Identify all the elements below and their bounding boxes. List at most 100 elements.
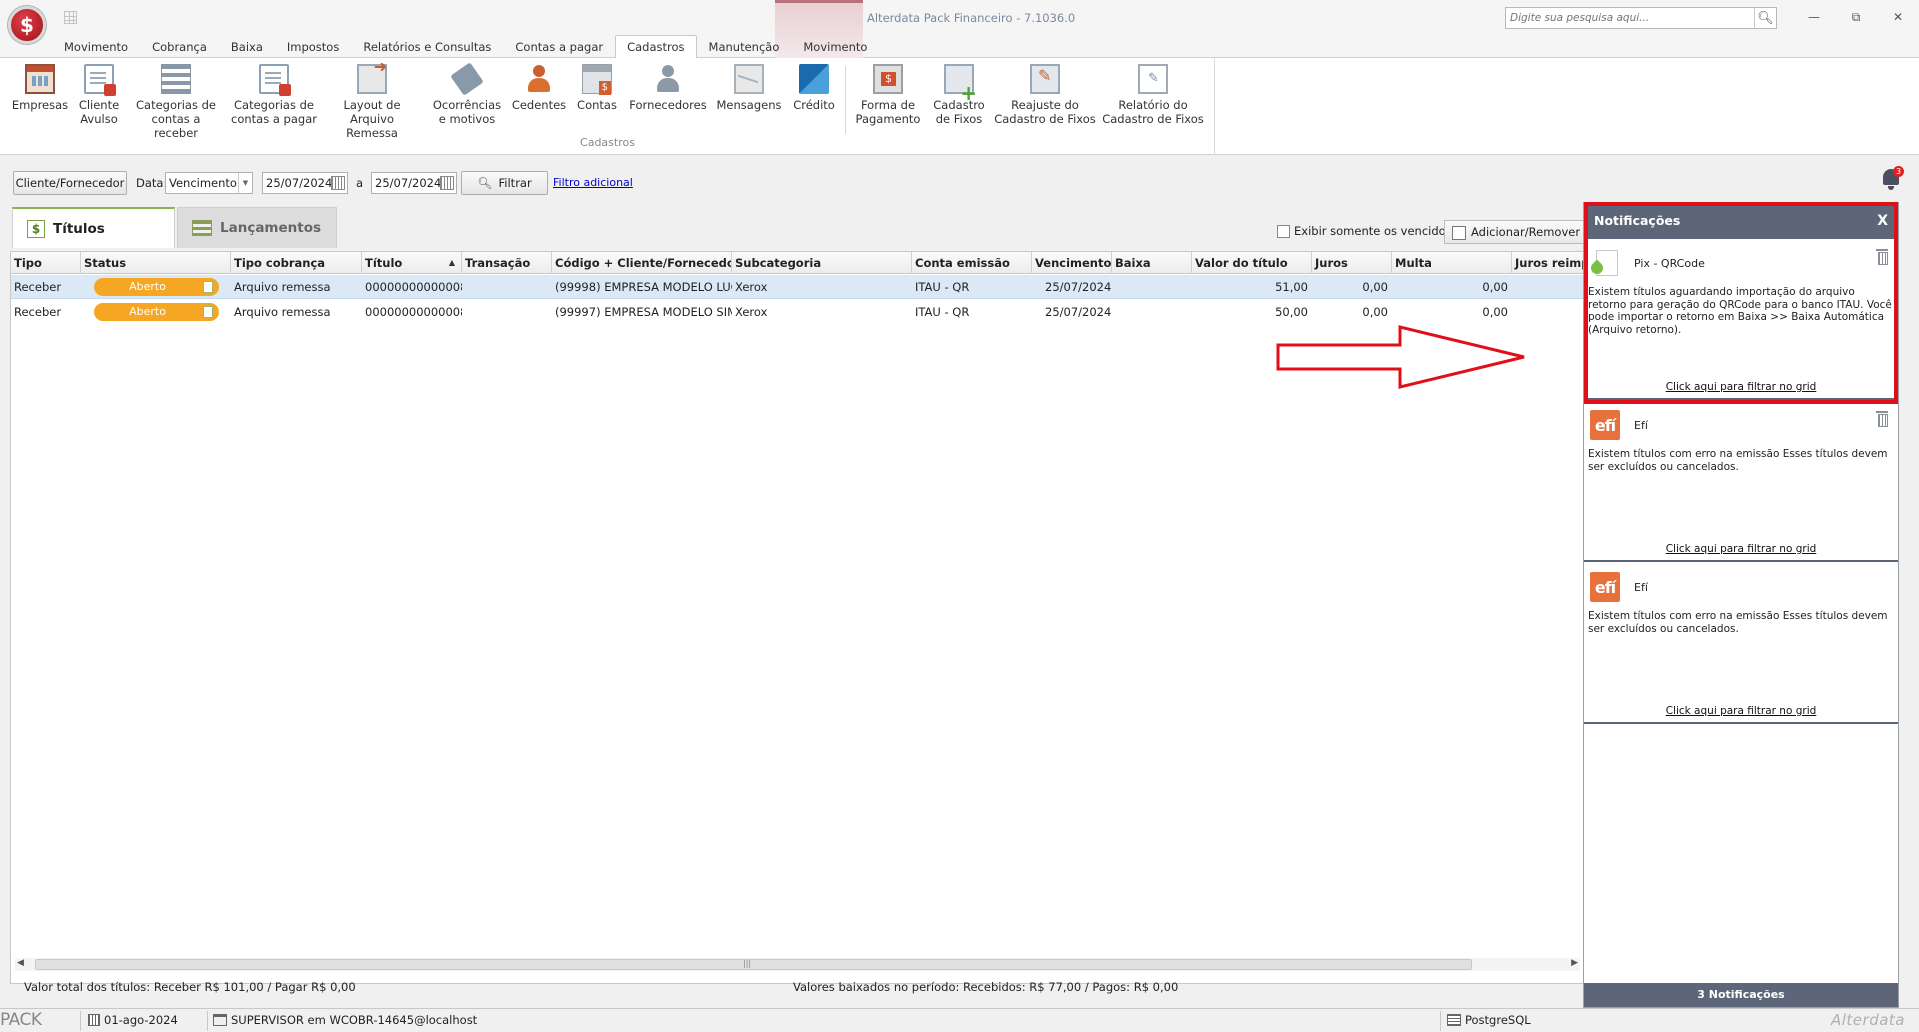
column-header-valor[interactable]: Valor do título bbox=[1192, 252, 1312, 274]
relatorio-fixos-button[interactable]: Relatório do Cadastro de Fixos bbox=[1100, 64, 1206, 126]
cell-titulo: 000000000000087 bbox=[365, 280, 462, 294]
tab-titulos[interactable]: $ Títulos bbox=[12, 207, 175, 248]
report-icon bbox=[1138, 64, 1168, 94]
cadastro-fixos-button[interactable]: Cadastro de Fixos bbox=[928, 64, 990, 126]
ribbon-separator bbox=[845, 66, 846, 134]
horizontal-scrollbar[interactable]: ◀ ||| ▶ bbox=[15, 958, 1580, 971]
close-window-button[interactable]: ✕ bbox=[1877, 6, 1919, 28]
tab-lancamentos[interactable]: Lançamentos bbox=[177, 207, 337, 248]
status-badge: Aberto bbox=[94, 303, 219, 321]
notification-filter-link[interactable]: Click aqui para filtrar no grid bbox=[1584, 705, 1898, 717]
button-label: Categorias de bbox=[136, 98, 216, 112]
trash-icon[interactable] bbox=[1876, 249, 1888, 265]
minimize-button[interactable]: — bbox=[1793, 6, 1835, 28]
ribbon-tab-cobranca[interactable]: Cobrança bbox=[140, 35, 219, 58]
cliente-avulso-button[interactable]: Cliente Avulso bbox=[72, 64, 126, 126]
categorias-pagar-button[interactable]: Categorias de contas a pagar bbox=[228, 64, 320, 126]
column-header-status[interactable]: Status bbox=[81, 252, 231, 274]
restore-button[interactable]: ⧉ bbox=[1835, 6, 1877, 28]
notification-card: Pix - QRCode Existem títulos aguardando … bbox=[1584, 239, 1898, 400]
notification-title: Efí bbox=[1634, 581, 1648, 594]
categorias-receber-button[interactable]: Categorias de contas a receber bbox=[130, 64, 222, 140]
scroll-left-icon[interactable]: ◀ bbox=[17, 958, 24, 968]
date-type-select[interactable]: Vencimento ▼ bbox=[165, 172, 253, 194]
column-header-conta-emissao[interactable]: Conta emissão bbox=[912, 252, 1032, 274]
search-input[interactable] bbox=[1506, 9, 1754, 27]
button-label: e motivos bbox=[438, 112, 496, 126]
status-date[interactable]: 01-ago-2024 bbox=[88, 1013, 178, 1027]
trash-icon[interactable] bbox=[1876, 411, 1888, 427]
add-remove-columns-button[interactable]: Adicionar/Remover colunas bbox=[1444, 220, 1584, 244]
client-supplier-button[interactable]: Cliente/Fornecedor bbox=[13, 171, 127, 195]
column-header-juros[interactable]: Juros bbox=[1312, 252, 1392, 274]
status-database[interactable]: PostgreSQL bbox=[1447, 1013, 1531, 1027]
ribbon-tab-contas-pagar[interactable]: Contas a pagar bbox=[503, 35, 615, 58]
table-row[interactable]: Receber Aberto Arquivo remessa 000000000… bbox=[11, 275, 1584, 299]
column-header-subcategoria[interactable]: Subcategoria bbox=[732, 252, 912, 274]
column-header-baixa[interactable]: Baixa bbox=[1112, 252, 1192, 274]
date-to-field[interactable]: 25/07/2024 bbox=[371, 172, 457, 194]
fornecedores-button[interactable]: Fornecedores bbox=[626, 64, 710, 112]
payment-icon bbox=[873, 64, 903, 94]
cell-subcategoria: Xerox bbox=[735, 305, 768, 319]
contas-button[interactable]: Contas bbox=[572, 64, 622, 112]
calendar-icon[interactable] bbox=[331, 176, 345, 190]
show-overdue-checkbox[interactable] bbox=[1277, 224, 1290, 238]
cell-juros: 0,00 bbox=[1362, 280, 1388, 294]
ribbon-tab-impostos[interactable]: Impostos bbox=[275, 35, 351, 58]
notification-bell-icon[interactable]: 3 bbox=[1880, 166, 1904, 192]
ribbon-tab-baixa[interactable]: Baixa bbox=[219, 35, 275, 58]
filter-button[interactable]: 🔍︎ Filtrar bbox=[461, 171, 548, 195]
ribbon-tab-movimento[interactable]: Movimento bbox=[52, 35, 140, 58]
scroll-right-icon[interactable]: ▶ bbox=[1571, 958, 1578, 968]
reajuste-fixos-button[interactable]: Reajuste do Cadastro de Fixos bbox=[994, 64, 1096, 126]
notification-filter-link[interactable]: Click aqui para filtrar no grid bbox=[1584, 543, 1898, 555]
chevron-down-icon[interactable]: ▼ bbox=[238, 173, 252, 193]
column-header-multa[interactable]: Multa bbox=[1392, 252, 1512, 274]
empresas-button[interactable]: Empresas bbox=[10, 64, 70, 112]
home-icon bbox=[213, 1014, 227, 1026]
scrollbar-thumb[interactable] bbox=[35, 959, 1472, 970]
notification-panel-header: Notificações X bbox=[1584, 203, 1898, 239]
button-label: Categorias de bbox=[234, 98, 314, 112]
layout-remessa-button[interactable]: Layout de Arquivo Remessa bbox=[324, 60, 420, 140]
extra-filter-link[interactable]: Filtro adicional bbox=[553, 176, 633, 189]
cell-juros: 0,00 bbox=[1362, 305, 1388, 319]
table-row[interactable]: Receber Aberto Arquivo remessa 000000000… bbox=[11, 300, 1584, 324]
forma-pagamento-button[interactable]: Forma de Pagamento bbox=[852, 64, 924, 126]
notification-filter-link[interactable]: Click aqui para filtrar no grid bbox=[1584, 381, 1898, 393]
close-notifications-button[interactable]: X bbox=[1877, 203, 1888, 239]
notification-panel-title: Notificações bbox=[1594, 213, 1681, 228]
ribbon-tab-relatorios[interactable]: Relatórios e Consultas bbox=[351, 35, 503, 58]
notification-card: efí Efí Existem títulos com erro na emis… bbox=[1584, 401, 1898, 562]
column-header-juros-reimpressao[interactable]: Juros reimpressão bbox=[1512, 252, 1584, 274]
tag-icon bbox=[450, 62, 484, 96]
ribbon-tab-manutencao[interactable]: Manutenção bbox=[697, 35, 792, 58]
show-overdue-option[interactable]: Exibir somente os vencidos bbox=[1277, 224, 1452, 238]
ribbon-tab-movimento-context[interactable]: Movimento bbox=[791, 35, 879, 58]
column-header-cliente[interactable]: Código + Cliente/Fornecedor bbox=[552, 252, 732, 274]
ocorrencias-button[interactable]: Ocorrências e motivos bbox=[428, 62, 506, 126]
credito-button[interactable]: Crédito bbox=[788, 64, 840, 112]
column-header-titulo[interactable]: Título ▲ bbox=[362, 252, 462, 274]
notification-text: Existem títulos com erro na emissão Esse… bbox=[1588, 448, 1888, 473]
status-user[interactable]: SUPERVISOR em WCOBR-14645@localhost bbox=[213, 1013, 477, 1027]
column-header-tipo[interactable]: Tipo bbox=[11, 252, 81, 274]
app-logo-icon[interactable]: $ bbox=[8, 6, 46, 44]
filter-bar: Cliente/Fornecedor Data: Vencimento ▼ 25… bbox=[0, 168, 1919, 198]
search-icon[interactable]: 🔍︎ bbox=[1754, 8, 1776, 28]
calendar-icon[interactable] bbox=[440, 176, 454, 190]
date-from-field[interactable]: 25/07/2024 bbox=[262, 172, 348, 194]
paid-summary: Valores baixados no período: Recebidos: … bbox=[793, 980, 1179, 994]
cedentes-button[interactable]: Cedentes bbox=[510, 64, 568, 112]
column-header-vencimento[interactable]: Vencimento bbox=[1032, 252, 1112, 274]
efi-icon: efí bbox=[1590, 572, 1620, 602]
date-label: Data: bbox=[136, 176, 168, 190]
red-arrow-annotation bbox=[1276, 325, 1525, 389]
column-header-transacao[interactable]: Transação bbox=[462, 252, 552, 274]
column-header-tipo-cobranca[interactable]: Tipo cobrança bbox=[231, 252, 362, 274]
ribbon-tab-cadastros[interactable]: Cadastros bbox=[615, 35, 697, 59]
quick-access-grid-icon[interactable] bbox=[64, 11, 77, 24]
remessa-icon bbox=[357, 60, 387, 94]
mensagens-button[interactable]: Mensagens bbox=[714, 64, 784, 112]
